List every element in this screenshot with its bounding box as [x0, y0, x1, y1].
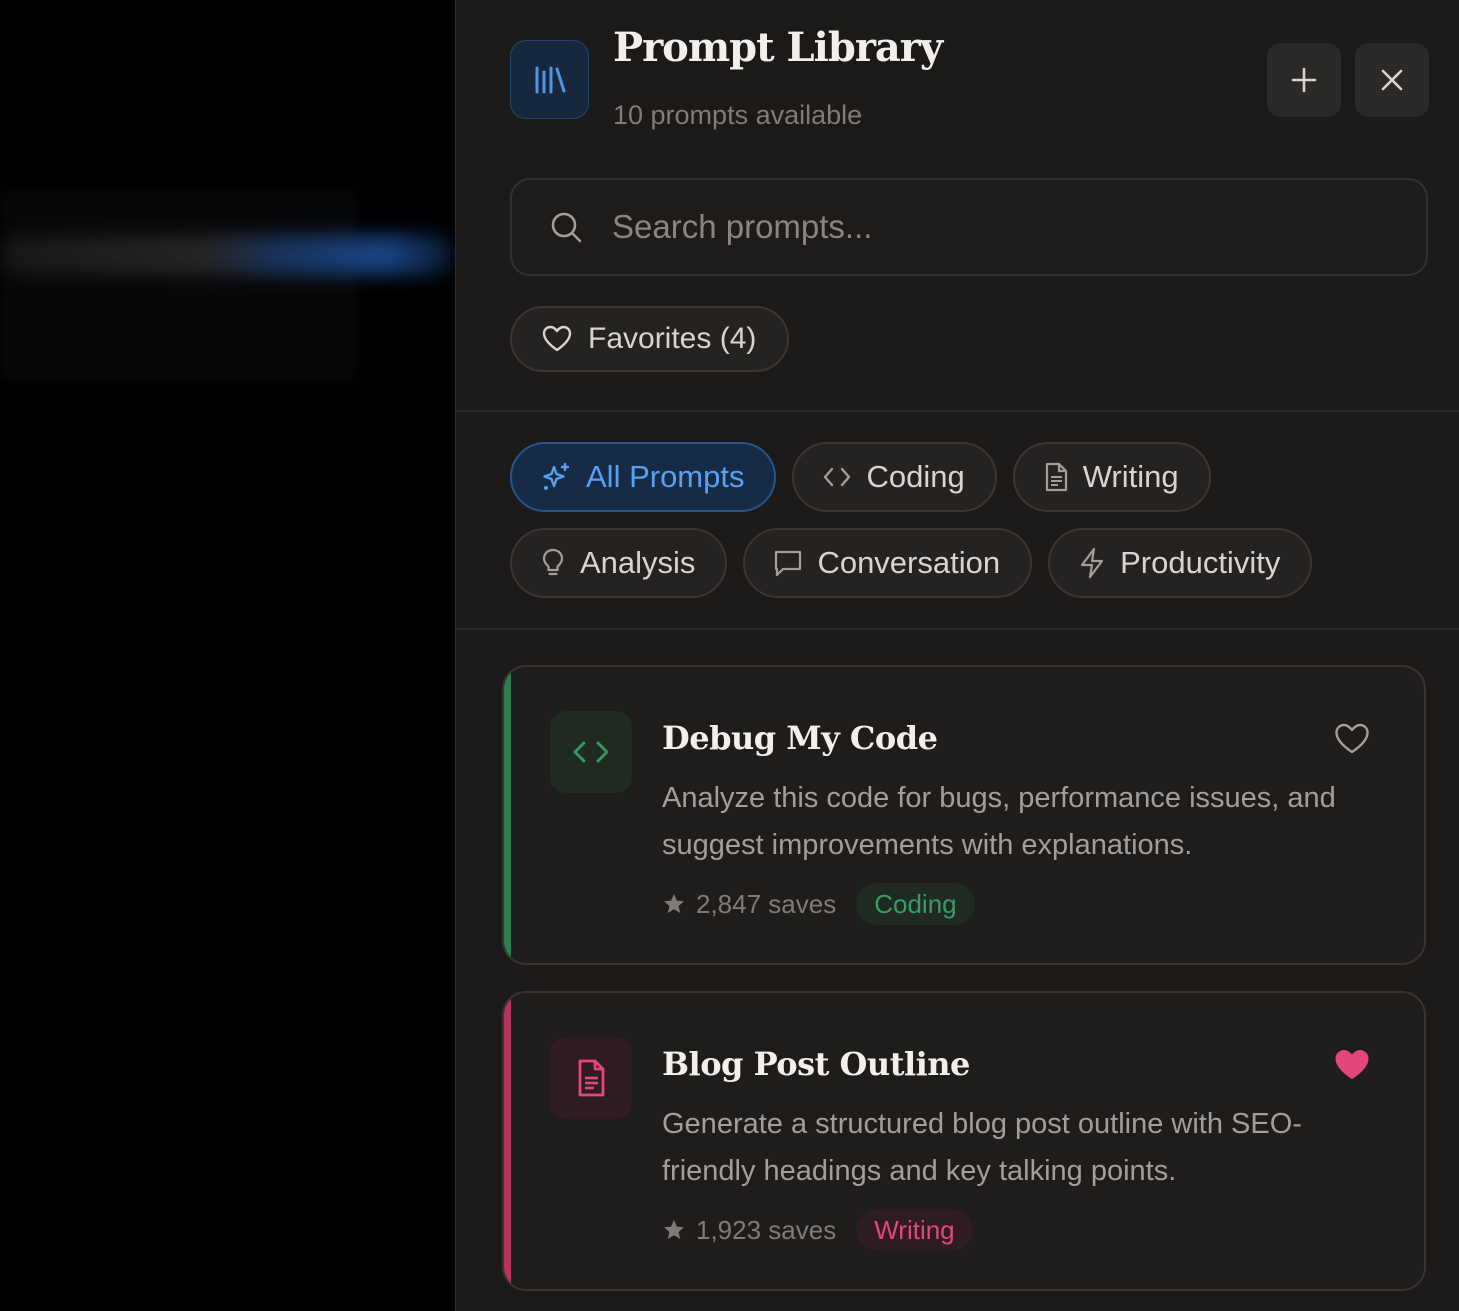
library-icon	[510, 40, 589, 119]
category-chip-conversation[interactable]: Conversation	[743, 528, 1033, 598]
blurred-background-content	[0, 190, 355, 380]
background-app-backdrop	[0, 0, 455, 1311]
page-title: Prompt Library	[613, 24, 943, 71]
save-count: 2,847 saves	[696, 888, 837, 919]
code-icon	[822, 465, 852, 489]
prompt-title: Blog Post Outline	[662, 1045, 970, 1083]
category-label: Analysis	[580, 545, 696, 580]
search-box	[510, 178, 1428, 276]
category-label: All Prompts	[586, 459, 745, 494]
card-accent-bar	[504, 667, 511, 963]
category-tag: Coding	[856, 883, 975, 925]
favorites-filter-button[interactable]: Favorites (4)	[510, 306, 789, 372]
category-chip-coding[interactable]: Coding	[792, 442, 997, 512]
document-icon	[1043, 462, 1069, 492]
lightbulb-icon	[540, 547, 566, 579]
card-accent-bar	[504, 993, 511, 1289]
add-prompt-button[interactable]	[1267, 43, 1341, 117]
favorite-toggle-button[interactable]	[1332, 1045, 1372, 1085]
close-icon	[1381, 69, 1403, 91]
favorite-toggle-button[interactable]	[1332, 719, 1372, 759]
prompt-title: Debug My Code	[662, 719, 938, 757]
prompt-count: 10 prompts available	[613, 100, 863, 130]
section-divider	[456, 628, 1459, 630]
code-icon	[550, 711, 632, 793]
favorites-label: Favorites (4)	[588, 322, 757, 355]
prompt-description: Analyze this code for bugs, performance …	[662, 782, 1336, 861]
lightning-icon	[1078, 547, 1106, 579]
heart-outline-icon	[1335, 723, 1369, 754]
star-icon	[664, 1220, 684, 1239]
category-chip-analysis[interactable]: Analysis	[510, 528, 728, 598]
section-divider	[456, 410, 1459, 412]
prompt-card-blog-post-outline[interactable]: Blog Post Outline Generate a structured …	[502, 991, 1426, 1291]
document-icon	[550, 1037, 632, 1119]
category-filter-group: All Prompts Coding Writing Analysis Conv…	[510, 442, 1440, 614]
category-chip-writing[interactable]: Writing	[1012, 442, 1211, 512]
category-chip-all-prompts[interactable]: All Prompts	[510, 442, 777, 512]
star-icon	[664, 894, 684, 913]
save-count: 1,923 saves	[696, 1214, 837, 1245]
search-input[interactable]	[612, 208, 1392, 246]
panel-header: Prompt Library 10 prompts available	[510, 0, 1429, 150]
category-label: Productivity	[1120, 545, 1281, 580]
search-icon	[551, 212, 582, 243]
prompt-description: Generate a structured blog post outline …	[662, 1108, 1302, 1187]
blurred-background-text	[0, 235, 455, 275]
category-label: Coding	[866, 459, 965, 494]
prompt-meta: 1,923 saves Writing	[662, 1209, 973, 1251]
heart-filled-icon	[1335, 1050, 1369, 1079]
plus-icon	[1291, 67, 1317, 93]
chat-bubble-icon	[773, 548, 803, 578]
prompt-library-panel: Prompt Library 10 prompts available Favo…	[455, 0, 1459, 1311]
category-label: Conversation	[817, 545, 1001, 580]
category-chip-productivity[interactable]: Productivity	[1048, 528, 1313, 598]
prompt-card-debug-my-code[interactable]: Debug My Code Analyze this code for bugs…	[502, 665, 1426, 965]
category-tag: Writing	[856, 1209, 973, 1251]
prompt-meta: 2,847 saves Coding	[662, 883, 975, 925]
close-panel-button[interactable]	[1355, 43, 1429, 117]
heart-outline-icon	[542, 325, 572, 352]
sparkles-icon	[540, 461, 572, 493]
category-label: Writing	[1082, 459, 1179, 494]
